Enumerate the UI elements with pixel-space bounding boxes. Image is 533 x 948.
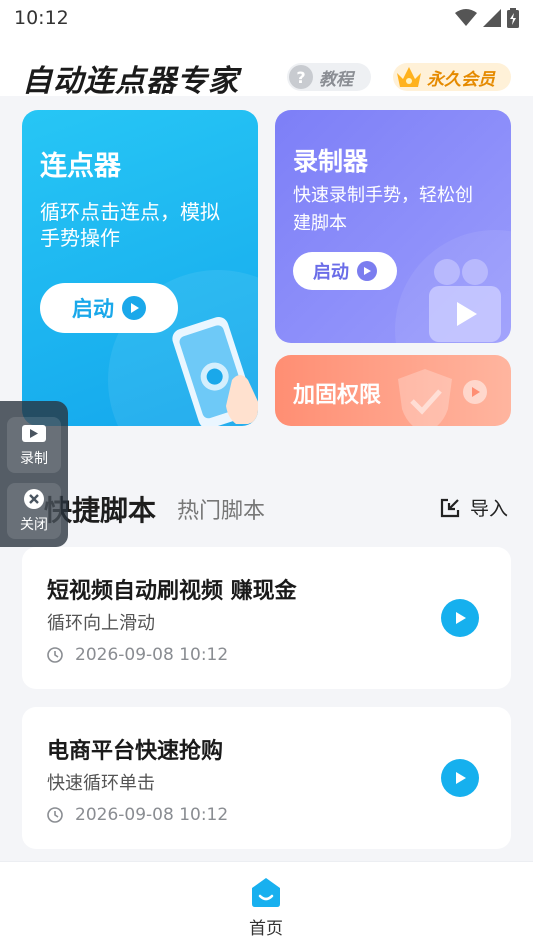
script-card[interactable]: 短视频自动刷视频 赚现金 循环向上滑动 2026-09-08 10:12 bbox=[22, 547, 511, 689]
script-title: 短视频自动刷视频 赚现金 bbox=[47, 579, 297, 604]
script-desc: 循环向上滑动 bbox=[47, 613, 155, 634]
status-time: 10:12 bbox=[14, 7, 69, 29]
clicker-desc-line1: 循环点击连点，模拟 bbox=[40, 200, 220, 224]
app-header: 自动连点器专家 ? 教程 永久会员 bbox=[0, 36, 533, 99]
close-icon bbox=[24, 489, 44, 509]
script-title: 电商平台快速抢购 bbox=[47, 739, 224, 764]
tab-hot-scripts[interactable]: 热门脚本 bbox=[177, 493, 265, 525]
float-close-button[interactable]: 关闭 bbox=[7, 483, 61, 539]
clicker-start-label: 启动 bbox=[72, 297, 114, 321]
app-title: 自动连点器专家 bbox=[22, 64, 239, 99]
status-bar: 10:12 bbox=[0, 0, 533, 36]
script-time-value: 2026-09-08 10:12 bbox=[75, 645, 229, 665]
recorder-start-button[interactable]: 启动 bbox=[293, 252, 397, 290]
home-icon bbox=[252, 878, 280, 907]
clicker-card[interactable]: 连点器 循环点击连点，模拟 手势操作 启动 bbox=[22, 110, 258, 426]
phone-tap-icon bbox=[172, 316, 258, 426]
status-icons bbox=[455, 8, 519, 28]
script-play-button[interactable] bbox=[441, 759, 479, 797]
float-record-label: 录制 bbox=[20, 451, 48, 467]
reinforce-permission-card[interactable]: 加固权限 bbox=[275, 355, 511, 426]
import-icon bbox=[440, 498, 460, 517]
play-icon bbox=[456, 772, 466, 784]
recorder-start-label: 启动 bbox=[313, 262, 349, 283]
clock-icon bbox=[47, 647, 63, 663]
play-icon[interactable] bbox=[463, 380, 487, 404]
clicker-desc-line2: 手势操作 bbox=[40, 226, 120, 250]
vip-button[interactable]: 永久会员 bbox=[393, 63, 511, 91]
recorder-card[interactable]: 录制器 快速录制手势，轻松创 建脚本 启动 bbox=[275, 110, 511, 343]
tutorial-label: 教程 bbox=[319, 69, 353, 90]
float-close-label: 关闭 bbox=[20, 517, 48, 533]
recorder-title: 录制器 bbox=[293, 147, 369, 176]
nav-home[interactable]: 首页 bbox=[236, 876, 296, 939]
script-card[interactable]: 电商平台快速抢购 快速循环单击 2026-09-08 10:12 bbox=[22, 707, 511, 849]
help-icon: ? bbox=[289, 65, 313, 89]
shield-icon bbox=[398, 369, 452, 426]
script-desc: 快速循环单击 bbox=[47, 773, 155, 794]
play-icon bbox=[456, 612, 466, 624]
tutorial-button[interactable]: ? 教程 bbox=[287, 63, 371, 91]
script-time: 2026-09-08 10:12 bbox=[47, 805, 228, 825]
signal-icon bbox=[483, 9, 501, 27]
video-camera-icon bbox=[22, 425, 46, 442]
clock-icon bbox=[47, 807, 63, 823]
script-time-value: 2026-09-08 10:12 bbox=[75, 805, 229, 825]
floating-control-panel[interactable]: 录制 关闭 bbox=[0, 401, 68, 547]
nav-home-label: 首页 bbox=[249, 919, 283, 939]
float-record-button[interactable]: 录制 bbox=[7, 417, 61, 473]
script-play-button[interactable] bbox=[441, 599, 479, 637]
script-time: 2026-09-08 10:12 bbox=[47, 645, 228, 665]
clicker-title: 连点器 bbox=[40, 151, 121, 182]
script-section-tabs: 快捷脚本 热门脚本 导入 bbox=[0, 482, 533, 532]
vip-label: 永久会员 bbox=[427, 69, 495, 90]
battery-icon bbox=[507, 8, 519, 28]
wifi-icon bbox=[455, 9, 477, 26]
recorder-desc-line1: 快速录制手势，轻松创 bbox=[293, 185, 473, 206]
play-icon bbox=[122, 296, 146, 320]
reinforce-title: 加固权限 bbox=[293, 383, 382, 408]
import-label: 导入 bbox=[470, 498, 509, 520]
recorder-desc-line2: 建脚本 bbox=[293, 213, 347, 234]
crown-icon bbox=[397, 67, 421, 87]
clicker-start-button[interactable]: 启动 bbox=[40, 283, 178, 333]
play-icon bbox=[357, 261, 377, 281]
bottom-navigation: 首页 bbox=[0, 861, 533, 948]
import-button[interactable]: 导入 bbox=[440, 494, 508, 521]
camera-icon bbox=[429, 259, 501, 342]
